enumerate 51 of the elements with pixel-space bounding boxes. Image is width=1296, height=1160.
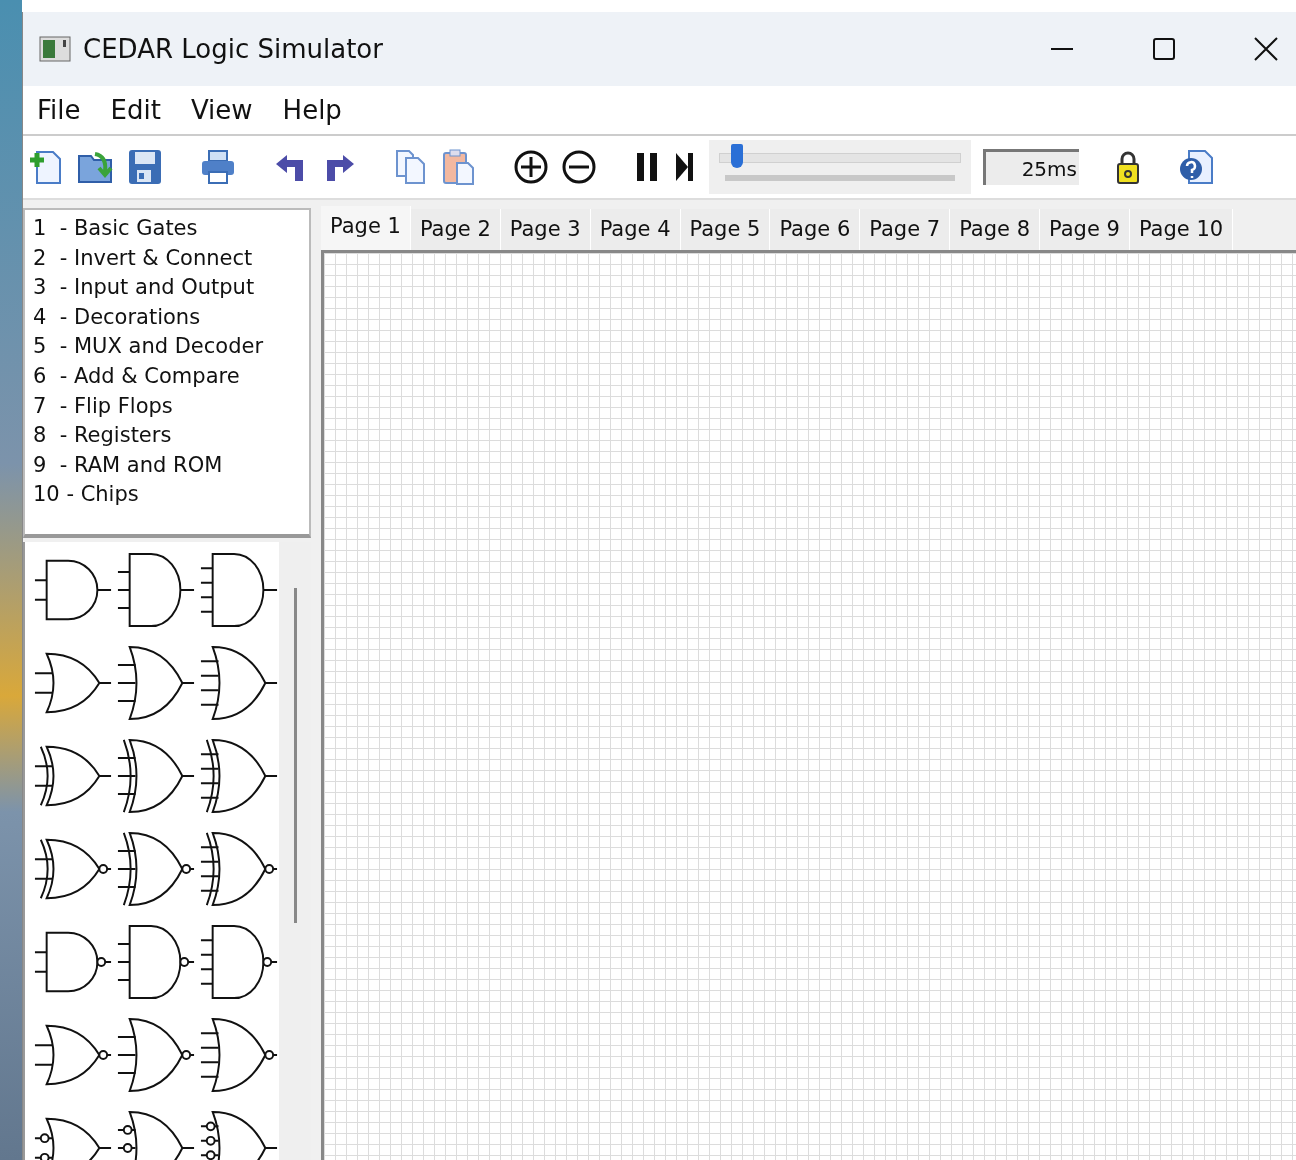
- library-item[interactable]: 3 - Input and Output: [33, 273, 309, 303]
- logic-gate-icon[interactable]: [199, 643, 279, 723]
- slider-thumb[interactable]: [730, 144, 743, 168]
- logic-gate-icon[interactable]: [116, 550, 196, 630]
- scrollbar-thumb[interactable]: [293, 588, 297, 923]
- logic-gate-icon[interactable]: [199, 550, 279, 630]
- library-item[interactable]: 6 - Add & Compare: [33, 361, 309, 392]
- lock-icon[interactable]: [1115, 149, 1141, 185]
- menu-item[interactable]: Edit: [110, 95, 161, 125]
- logic-gate-icon[interactable]: [116, 829, 196, 909]
- zoom-out-icon[interactable]: [561, 149, 597, 185]
- page-tab[interactable]: Page 5: [680, 209, 771, 250]
- library-item[interactable]: 10 - Chips: [33, 480, 309, 510]
- page-tab[interactable]: Page 1: [321, 206, 411, 250]
- logic-gate-icon[interactable]: [116, 922, 196, 1002]
- library-item[interactable]: 5 - MUX and Decoder: [33, 332, 309, 362]
- page-tab[interactable]: Page 10: [1129, 209, 1234, 250]
- logic-gate-icon[interactable]: [199, 736, 279, 816]
- page-tab[interactable]: Page 9: [1040, 209, 1130, 250]
- page-tab[interactable]: Page 4: [590, 209, 681, 250]
- maximize-icon[interactable]: [1152, 37, 1176, 61]
- page-tab[interactable]: Page 2: [410, 209, 501, 250]
- print-icon[interactable]: [199, 148, 237, 186]
- page-tab[interactable]: Page 7: [860, 209, 951, 250]
- logic-gate-icon[interactable]: [199, 829, 279, 909]
- app-icon: [39, 36, 71, 62]
- menu-item[interactable]: File: [37, 95, 81, 125]
- save-icon[interactable]: [127, 148, 163, 186]
- time-field[interactable]: 25ms: [983, 149, 1079, 185]
- library-item[interactable]: 8 - Registers: [33, 421, 309, 451]
- logic-gate-icon[interactable]: [199, 1015, 279, 1095]
- library-item[interactable]: 2 - Invert & Connect: [33, 243, 309, 274]
- page-tab[interactable]: Page 6: [770, 209, 861, 250]
- library-item[interactable]: 4 - Decorations: [33, 302, 309, 333]
- help-icon[interactable]: [1177, 148, 1215, 186]
- library-item[interactable]: 7 - Flip Flops: [33, 391, 309, 422]
- library-item[interactable]: 9 - RAM and ROM: [33, 450, 309, 481]
- menu-item[interactable]: View: [190, 95, 253, 125]
- window-title: CEDAR Logic Simulator: [83, 34, 383, 64]
- zoom-in-icon[interactable]: [513, 149, 549, 185]
- speed-slider[interactable]: [709, 140, 971, 194]
- page-tab[interactable]: Page 8: [950, 209, 1040, 250]
- close-icon[interactable]: [1254, 37, 1278, 61]
- logic-gate-icon[interactable]: [116, 643, 196, 723]
- logic-gate-icon[interactable]: [116, 736, 196, 816]
- paste-icon[interactable]: [441, 148, 477, 186]
- logic-gate-icon[interactable]: [199, 922, 279, 1002]
- logic-gate-icon[interactable]: [116, 1015, 196, 1095]
- library-item[interactable]: 1 - Basic Gates: [33, 214, 309, 244]
- menu-item[interactable]: Help: [282, 95, 342, 125]
- page-tab[interactable]: Page 3: [500, 209, 591, 250]
